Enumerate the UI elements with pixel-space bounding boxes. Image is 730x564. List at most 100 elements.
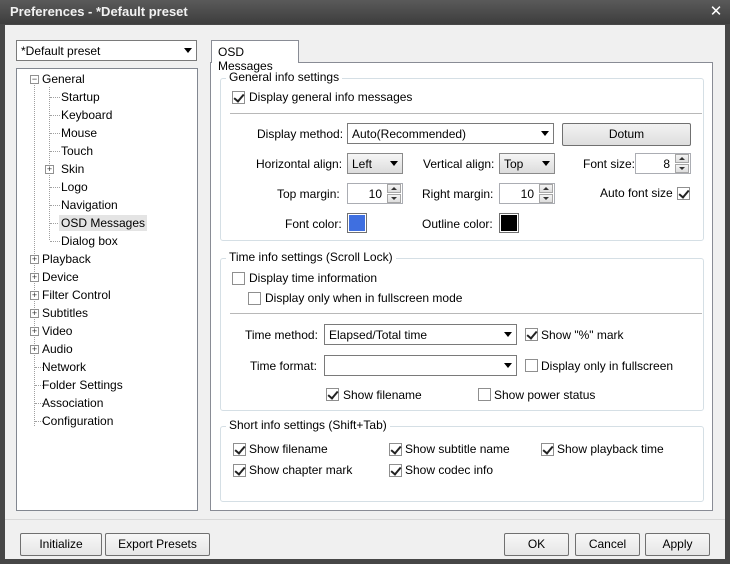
spin-down-icon[interactable]: [675, 164, 689, 173]
v-align-label: Vertical align:: [423, 157, 495, 171]
expand-icon[interactable]: +: [30, 327, 39, 336]
tree-item-folder-settings[interactable]: Folder Settings: [42, 377, 123, 393]
tree-item-network[interactable]: Network: [42, 359, 86, 375]
window-title: Preferences - *Default preset: [10, 4, 188, 19]
chevron-down-icon: [504, 363, 512, 368]
spin-up-icon[interactable]: [675, 154, 689, 163]
dialog-body: *Default preset − General Startup Keyboa…: [5, 25, 725, 559]
tree-item-startup[interactable]: Startup: [61, 89, 100, 105]
tree-item-skin[interactable]: Skin: [61, 161, 84, 177]
tree-item-playback[interactable]: Playback: [42, 251, 91, 267]
ok-button[interactable]: OK: [504, 533, 569, 556]
h-align-dropdown[interactable]: Left: [347, 153, 403, 174]
outline-color-swatch[interactable]: [499, 213, 519, 233]
spin-up-icon[interactable]: [387, 184, 401, 193]
expand-icon[interactable]: +: [30, 345, 39, 354]
display-only-fullscreen-label: Display only in fullscreen: [541, 359, 674, 373]
time-show-filename-checkbox[interactable]: [326, 388, 339, 401]
time-format-dropdown[interactable]: [324, 355, 517, 376]
show-chapter-label: Show chapter mark: [249, 463, 353, 477]
font-button[interactable]: Dotum: [562, 123, 691, 146]
v-align-value: Top: [504, 157, 524, 171]
show-codec-checkbox[interactable]: [389, 464, 402, 477]
preset-dropdown[interactable]: *Default preset: [16, 40, 197, 61]
display-only-fullscreen-checkbox[interactable]: [525, 359, 538, 372]
right-margin-spinner[interactable]: 10: [499, 183, 555, 204]
display-method-label: Display method:: [257, 127, 344, 141]
spin-down-icon[interactable]: [539, 194, 553, 203]
chevron-down-icon: [541, 131, 549, 136]
show-percent-checkbox[interactable]: [525, 328, 538, 341]
display-time-checkbox[interactable]: [232, 272, 245, 285]
tree-item-video[interactable]: Video: [42, 323, 72, 339]
settings-tree: − General Startup Keyboard Mouse Touch +…: [16, 68, 198, 511]
tree-item-filter-control[interactable]: Filter Control: [42, 287, 111, 303]
display-method-dropdown[interactable]: Auto(Recommended): [347, 123, 554, 144]
expand-icon[interactable]: +: [45, 165, 54, 174]
tree-item-dialog-box[interactable]: Dialog box: [61, 233, 118, 249]
tree-item-device[interactable]: Device: [42, 269, 79, 285]
expand-icon[interactable]: +: [30, 309, 39, 318]
outline-color-label: Outline color:: [422, 217, 493, 231]
show-codec-label: Show codec info: [405, 463, 494, 477]
time-method-label: Time method:: [245, 328, 318, 342]
show-playback-label: Show playback time: [557, 442, 664, 456]
show-percent-label: Show "%" mark: [541, 328, 624, 342]
cancel-button[interactable]: Cancel: [575, 533, 640, 556]
tree-item-subtitles[interactable]: Subtitles: [42, 305, 88, 321]
tree-item-navigation[interactable]: Navigation: [61, 197, 118, 213]
expand-icon[interactable]: +: [30, 291, 39, 300]
group-title: Short info settings (Shift+Tab): [226, 418, 390, 432]
font-color-swatch[interactable]: [347, 213, 367, 233]
font-size-value: 8: [663, 157, 670, 171]
short-show-filename-checkbox[interactable]: [233, 443, 246, 456]
time-info-group: Time info settings (Scroll Lock) Display…: [220, 250, 704, 411]
show-power-checkbox[interactable]: [478, 388, 491, 401]
spin-up-icon[interactable]: [539, 184, 553, 193]
font-size-spinner[interactable]: 8: [635, 153, 691, 174]
auto-font-size-label: Auto font size: [600, 186, 673, 200]
collapse-icon[interactable]: −: [30, 75, 39, 84]
tree-item-general[interactable]: General: [42, 71, 85, 87]
display-general-checkbox[interactable]: [232, 91, 245, 104]
group-title: Time info settings (Scroll Lock): [226, 250, 396, 264]
time-method-dropdown[interactable]: Elapsed/Total time: [324, 324, 517, 345]
font-size-label: Font size:: [583, 157, 636, 171]
auto-font-size-checkbox[interactable]: [677, 187, 690, 200]
time-format-label: Time format:: [250, 359, 317, 373]
top-margin-label: Top margin:: [277, 187, 340, 201]
close-button[interactable]: ✕: [706, 2, 726, 22]
short-info-group: Short info settings (Shift+Tab) Show fil…: [220, 418, 704, 502]
chevron-down-icon: [390, 161, 398, 166]
tree-item-osd-messages[interactable]: OSD Messages: [59, 215, 148, 231]
tree-item-audio[interactable]: Audio: [42, 341, 73, 357]
show-chapter-checkbox[interactable]: [233, 464, 246, 477]
export-presets-button[interactable]: Export Presets: [105, 533, 210, 556]
v-align-dropdown[interactable]: Top: [499, 153, 555, 174]
right-margin-label: Right margin:: [422, 187, 494, 201]
tree-item-logo[interactable]: Logo: [61, 179, 88, 195]
chevron-down-icon: [504, 332, 512, 337]
tree-item-keyboard[interactable]: Keyboard: [61, 107, 112, 123]
tree-item-association[interactable]: Association: [42, 395, 103, 411]
expand-icon[interactable]: +: [30, 255, 39, 264]
general-info-group: General info settings Display general in…: [220, 70, 704, 241]
show-playback-checkbox[interactable]: [541, 443, 554, 456]
top-margin-spinner[interactable]: 10: [347, 183, 403, 204]
initialize-button[interactable]: Initialize: [20, 533, 102, 556]
tab-osd-messages[interactable]: OSD Messages: [211, 40, 299, 73]
short-show-filename-label: Show filename: [249, 442, 328, 456]
tree-item-touch[interactable]: Touch: [61, 143, 93, 159]
only-fullscreen-mode-checkbox[interactable]: [248, 292, 261, 305]
spin-down-icon[interactable]: [387, 194, 401, 203]
display-general-label: Display general info messages: [249, 90, 413, 104]
show-subtitle-checkbox[interactable]: [389, 443, 402, 456]
h-align-value: Left: [352, 157, 373, 171]
apply-button[interactable]: Apply: [645, 533, 710, 556]
time-method-value: Elapsed/Total time: [329, 328, 428, 342]
osd-settings-panel: General info settings Display general in…: [210, 62, 713, 511]
expand-icon[interactable]: +: [30, 273, 39, 282]
tree-item-configuration[interactable]: Configuration: [42, 413, 113, 429]
preset-value: *Default preset: [21, 44, 101, 58]
tree-item-mouse[interactable]: Mouse: [61, 125, 97, 141]
